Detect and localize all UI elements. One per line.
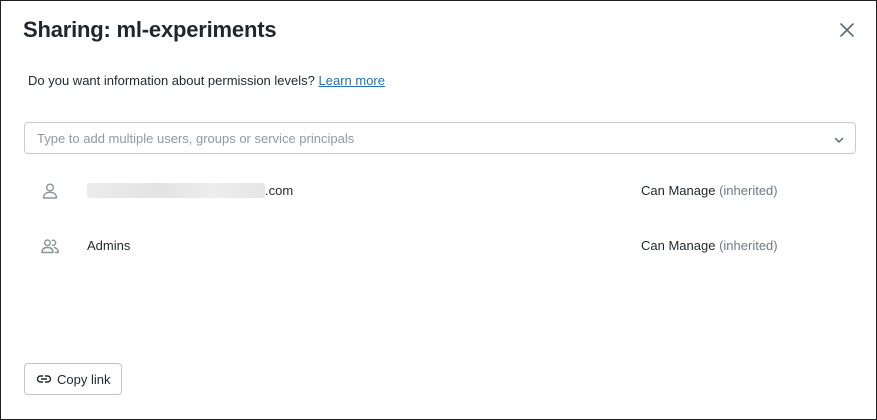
group-icon (40, 236, 60, 256)
principal-name: .com (87, 183, 293, 198)
link-icon (36, 371, 52, 387)
principal-name: Admins (87, 238, 131, 253)
permission-label: Can Manage (641, 183, 716, 198)
user-icon (40, 181, 60, 201)
permission-label: Can Manage (641, 238, 716, 253)
inherited-label: (inherited) (719, 183, 778, 198)
permission-level: Can Manage (inherited) (641, 238, 778, 253)
principal-email-suffix: .com (265, 183, 294, 198)
sharing-dialog: Sharing: ml-experiments Do you want info… (0, 0, 877, 420)
copy-link-label: Copy link (57, 371, 111, 387)
dialog-title: Sharing: ml-experiments (23, 17, 277, 42)
redacted-email-image (87, 183, 265, 198)
permission-info: Do you want information about permission… (28, 73, 385, 88)
principal-row: .com Can Manage (inherited) (24, 171, 856, 211)
chevron-down-icon[interactable] (833, 133, 845, 145)
permission-info-text: Do you want information about permission… (28, 73, 315, 88)
close-icon (840, 23, 854, 37)
inherited-label: (inherited) (719, 238, 778, 253)
principal-search[interactable] (24, 122, 856, 154)
copy-link-button[interactable]: Copy link (24, 363, 123, 395)
learn-more-link[interactable]: Learn more (319, 73, 385, 88)
principal-search-input[interactable] (25, 123, 825, 153)
close-button[interactable] (836, 19, 858, 41)
permission-level: Can Manage (inherited) (641, 183, 778, 198)
principal-row: Admins Can Manage (inherited) (24, 226, 856, 266)
